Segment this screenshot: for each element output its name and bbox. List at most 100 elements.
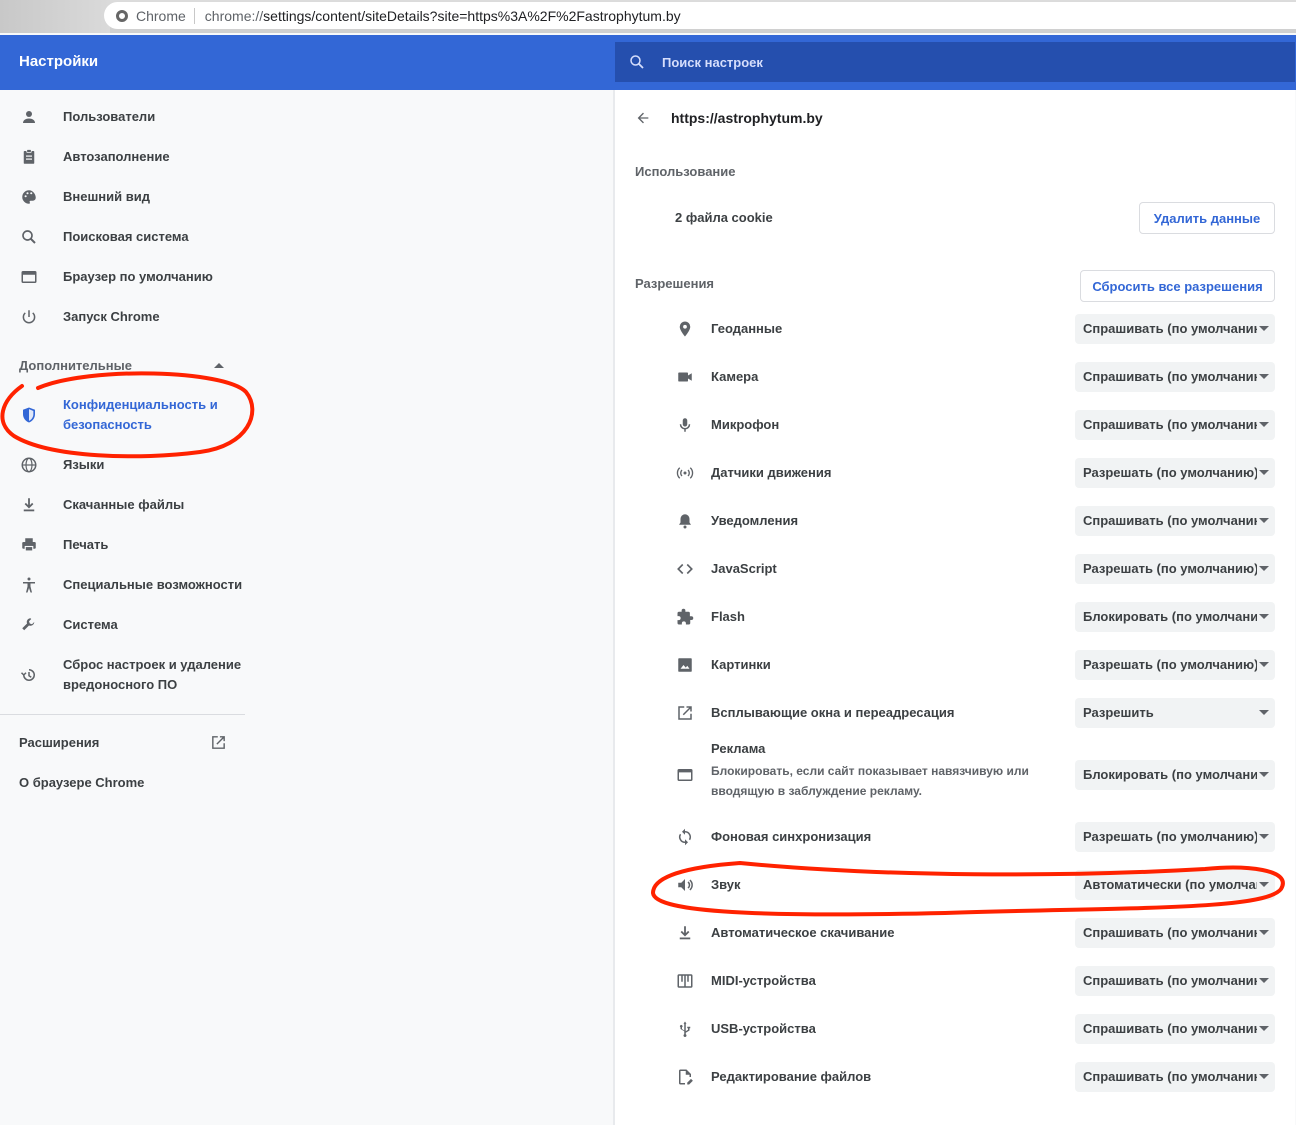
- permission-select[interactable]: Спрашивать (по умолчанию): [1075, 410, 1275, 440]
- address-bar[interactable]: Chrome chrome://settings/content/siteDet…: [104, 2, 1296, 29]
- bell-icon: [675, 511, 695, 531]
- permission-row: JavaScript Разрешать (по умолчанию): [615, 545, 1295, 593]
- sidebar-item-on-startup[interactable]: Запуск Chrome: [0, 307, 245, 327]
- permission-row: Геоданные Спрашивать (по умолчанию): [615, 305, 1295, 353]
- permission-select[interactable]: Спрашивать (по умолчанию): [1075, 506, 1275, 536]
- permission-select-value: Разрешать (по умолчанию): [1083, 657, 1257, 672]
- permission-row: Всплывающие окна и переадресация Разрешит…: [615, 689, 1295, 737]
- sidebar-item-appearance[interactable]: Внешний вид: [0, 187, 245, 207]
- permission-select[interactable]: Спрашивать (по умолчанию): [1075, 314, 1275, 344]
- sidebar-item-default-browser[interactable]: Браузер по умолчанию: [0, 267, 245, 287]
- shield-icon: [19, 405, 39, 425]
- sidebar-item-label: Пользователи: [63, 109, 156, 124]
- wrench-icon: [19, 615, 39, 635]
- permission-name: Всплывающие окна и переадресация: [711, 705, 955, 720]
- permission-select-value: Разрешить: [1083, 705, 1154, 720]
- permission-name: Датчики движения: [711, 465, 832, 480]
- sidebar-item-autofill[interactable]: Автозаполнение: [0, 147, 245, 167]
- dropdown-arrow-icon: [1259, 834, 1269, 839]
- dropdown-arrow-icon: [1259, 882, 1269, 887]
- dropdown-arrow-icon: [1259, 470, 1269, 475]
- permission-row: Звук Автоматически (по умолчанию): [615, 861, 1295, 909]
- permission-select[interactable]: Разрешать (по умолчанию): [1075, 554, 1275, 584]
- sidebar-item-label: Конфиденциальность и безопасность: [63, 397, 218, 432]
- permission-name: Реклама: [711, 741, 766, 756]
- code-icon: [675, 559, 695, 579]
- permission-name: JavaScript: [711, 561, 777, 576]
- sidebar-item-printing[interactable]: Печать: [0, 535, 245, 555]
- permission-select[interactable]: Спрашивать (по умолчанию): [1075, 1062, 1275, 1092]
- dropdown-arrow-icon: [1259, 1026, 1269, 1031]
- sidebar-item-extensions[interactable]: Расширения: [19, 735, 99, 750]
- reset-permissions-button[interactable]: Сбросить все разрешения: [1080, 270, 1275, 302]
- dropdown-arrow-icon: [1259, 772, 1269, 777]
- download-icon: [19, 495, 39, 515]
- permission-select[interactable]: Спрашивать (по умолчанию): [1075, 1014, 1275, 1044]
- permission-select-value: Спрашивать (по умолчанию): [1083, 513, 1257, 528]
- usb-icon: [675, 1019, 695, 1039]
- search-input[interactable]: [662, 54, 1162, 70]
- page-title: Настройки: [19, 53, 99, 70]
- sidebar-item-users[interactable]: Пользователи: [0, 107, 245, 127]
- sidebar-item-label: Браузер по умолчанию: [63, 269, 213, 284]
- toolbar-left: [0, 0, 110, 33]
- permission-select[interactable]: Спрашивать (по умолчанию): [1075, 966, 1275, 996]
- sidebar: Пользователи Автозаполнение Внешний вид …: [0, 90, 245, 1125]
- speaker-icon: [675, 875, 695, 895]
- sidebar-item-about-chrome[interactable]: О браузере Chrome: [19, 775, 144, 790]
- site-origin-title: https://astrophytum.by: [671, 110, 823, 126]
- permission-select[interactable]: Спрашивать (по умолчанию): [1075, 362, 1275, 392]
- dropdown-arrow-icon: [1259, 662, 1269, 667]
- permission-select-value: Спрашивать (по умолчанию): [1083, 1069, 1257, 1084]
- dropdown-arrow-icon: [1259, 326, 1269, 331]
- power-icon: [19, 307, 39, 327]
- permission-select[interactable]: Автоматически (по умолчанию): [1075, 870, 1275, 900]
- permission-select[interactable]: Блокировать (по умолчанию): [1075, 760, 1275, 790]
- permission-row: Картинки Разрешать (по умолчанию): [615, 641, 1295, 689]
- permission-row: Датчики движения Разрешать (по умолчанию): [615, 449, 1295, 497]
- download-icon: [675, 923, 695, 943]
- sidebar-item-label: Языки: [63, 457, 105, 472]
- permission-select[interactable]: Разрешать (по умолчанию): [1075, 458, 1275, 488]
- permission-select[interactable]: Разрешать (по умолчанию): [1075, 650, 1275, 680]
- browser-window-icon: [19, 267, 39, 287]
- address-url-scheme: chrome://: [204, 7, 264, 24]
- sidebar-item-label: Печать: [63, 537, 109, 552]
- sidebar-item-search-engine[interactable]: Поисковая система: [0, 227, 245, 247]
- permission-row: USB-устройства Спрашивать (по умолчанию): [615, 1005, 1295, 1053]
- palette-icon: [19, 187, 39, 207]
- permission-name: Камера: [711, 369, 759, 384]
- open-external-icon[interactable]: [210, 734, 227, 751]
- sidebar-item-system[interactable]: Система: [0, 615, 245, 635]
- permission-row: Реклама Блокировать, если сайт показывает…: [615, 737, 1295, 813]
- dropdown-arrow-icon: [1259, 566, 1269, 571]
- sidebar-item-reset[interactable]: Сброс настроек и удаление вредоносного П…: [0, 655, 245, 695]
- permission-row: Редактирование файлов Спрашивать (по умол…: [615, 1053, 1295, 1101]
- permission-select[interactable]: Разрешить: [1075, 698, 1275, 728]
- permission-select[interactable]: Спрашивать (по умолчанию): [1075, 918, 1275, 948]
- permission-select[interactable]: Блокировать (по умолчанию): [1075, 602, 1275, 632]
- permission-select[interactable]: Разрешать (по умолчанию): [1075, 822, 1275, 852]
- sidebar-item-label: Система: [63, 617, 118, 632]
- sidebar-item-label: Специальные возможности: [63, 577, 243, 592]
- location-icon: [675, 319, 695, 339]
- camera-icon: [675, 367, 695, 387]
- sidebar-item-languages[interactable]: Языки: [0, 455, 245, 475]
- permission-row: Уведомления Спрашивать (по умолчанию): [615, 497, 1295, 545]
- sidebar-item-label: Скачанные файлы: [63, 497, 185, 512]
- delete-data-button[interactable]: Удалить данные: [1139, 202, 1275, 234]
- advanced-section-toggle[interactable]: Дополнительные: [19, 358, 132, 373]
- dropdown-arrow-icon: [1259, 422, 1269, 427]
- search-bar[interactable]: [615, 42, 1295, 82]
- chrome-logo-icon: [116, 9, 128, 22]
- sidebar-item-privacy[interactable]: Конфиденциальность и безопасность: [0, 395, 245, 435]
- permission-select-value: Разрешать (по умолчанию): [1083, 561, 1257, 576]
- ads-window-icon: [675, 765, 695, 785]
- sidebar-item-label: Внешний вид: [63, 189, 150, 204]
- permission-name: Редактирование файлов: [711, 1069, 872, 1084]
- arrow-back-icon[interactable]: [635, 110, 651, 126]
- permission-select-value: Блокировать (по умолчанию): [1083, 609, 1257, 624]
- chevron-up-icon[interactable]: [214, 362, 224, 368]
- sidebar-item-downloads[interactable]: Скачанные файлы: [0, 495, 245, 515]
- sidebar-item-accessibility[interactable]: Специальные возможности: [0, 575, 245, 595]
